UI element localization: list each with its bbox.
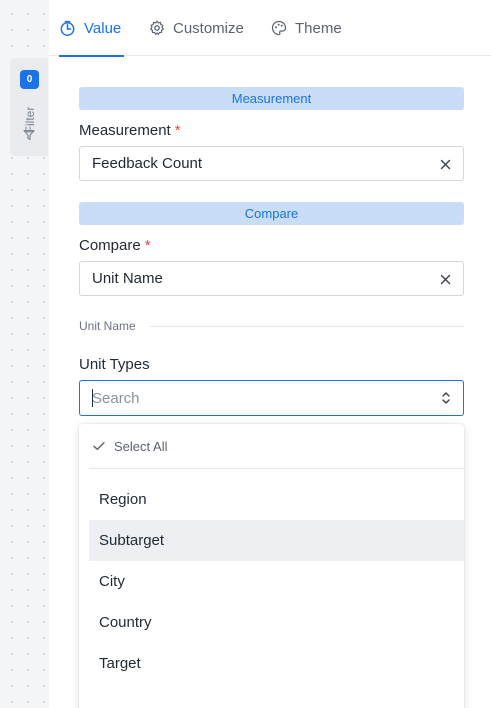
settings-panel: Value Customize Theme Measurement Measur… bbox=[49, 0, 491, 708]
close-icon bbox=[440, 159, 450, 169]
tab-customize-label: Customize bbox=[173, 19, 244, 37]
tab-value[interactable]: Value bbox=[59, 0, 125, 57]
measurement-select[interactable]: Feedback Count bbox=[79, 146, 464, 181]
option-subtarget[interactable]: Subtarget bbox=[89, 520, 464, 561]
tab-value-label: Value bbox=[84, 19, 122, 37]
unit-name-divider: Unit Name bbox=[79, 318, 464, 334]
select-all-label: Select All bbox=[114, 438, 168, 454]
option-city[interactable]: City bbox=[89, 561, 464, 602]
tab-theme-label: Theme bbox=[295, 19, 342, 37]
compare-select[interactable]: Unit Name bbox=[79, 261, 464, 296]
unit-name-divider-text: Unit Name bbox=[79, 319, 136, 333]
chevron-up-down-icon[interactable] bbox=[441, 391, 451, 405]
palette-icon bbox=[271, 20, 287, 36]
tab-theme[interactable]: Theme bbox=[271, 0, 342, 56]
option-target[interactable]: Target bbox=[89, 643, 464, 684]
unit-types-select[interactable] bbox=[79, 380, 464, 416]
measurement-field-label: Measurement * bbox=[79, 122, 181, 139]
option-country[interactable]: Country bbox=[89, 602, 464, 643]
compare-clear-button[interactable] bbox=[437, 271, 453, 287]
compare-label-text: Compare bbox=[79, 237, 141, 254]
unit-types-search-input[interactable] bbox=[92, 388, 422, 408]
unit-types-label: Unit Types bbox=[79, 356, 150, 373]
required-marker: * bbox=[144, 237, 151, 254]
timer-icon bbox=[60, 20, 75, 36]
option-region[interactable]: Region bbox=[89, 479, 464, 520]
tab-customize[interactable]: Customize bbox=[149, 0, 244, 56]
measurement-clear-button[interactable] bbox=[437, 156, 453, 172]
compare-section-banner: Compare bbox=[79, 202, 464, 225]
measurement-select-value: Feedback Count bbox=[92, 155, 203, 172]
compare-select-value: Unit Name bbox=[92, 270, 163, 287]
gear-icon bbox=[150, 20, 164, 35]
text-cursor bbox=[92, 389, 93, 407]
close-icon bbox=[440, 274, 450, 284]
compare-field-label: Compare * bbox=[79, 237, 151, 254]
measurement-label-text: Measurement bbox=[79, 122, 171, 139]
divider-line bbox=[149, 325, 464, 327]
check-icon bbox=[93, 441, 105, 451]
select-all-option[interactable]: Select All bbox=[79, 424, 464, 468]
required-marker: * bbox=[174, 122, 181, 139]
measurement-section-banner: Measurement bbox=[79, 87, 464, 110]
filter-side-tab[interactable]: 0 Filter bbox=[10, 58, 48, 156]
tab-bar: Value Customize Theme bbox=[49, 0, 491, 57]
filter-count-badge: 0 bbox=[20, 70, 39, 89]
filter-icon bbox=[23, 129, 35, 141]
unit-types-dropdown: Select All Region Subtarget City Country… bbox=[79, 424, 464, 708]
dropdown-separator bbox=[89, 468, 464, 469]
